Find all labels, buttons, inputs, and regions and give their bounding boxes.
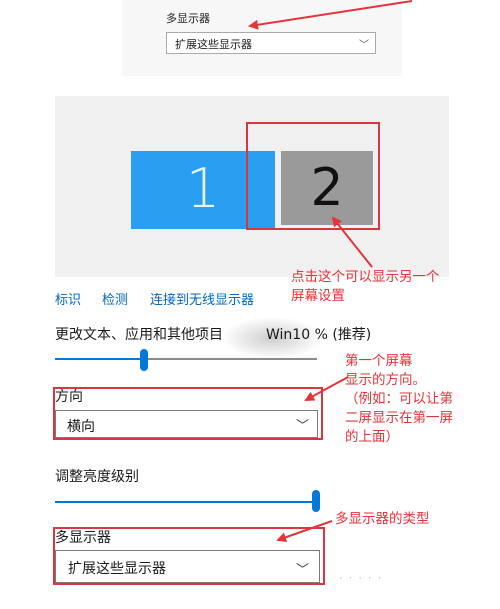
- arrow-multi: [276, 520, 333, 543]
- annotation-monitor-2: 点击这个可以显示另一个 屏幕设置: [291, 269, 440, 304]
- annotation-orientation: 第一个屏幕 显示的方向。 （例如：可以让第 二屏显示在第一屏 的上面）: [345, 353, 453, 445]
- annotation-multi-display: 多显示器的类型: [335, 511, 430, 527]
- arrow-top: [248, 0, 413, 30]
- arrow-orientation: [304, 376, 349, 401]
- watermark: · · · · ·: [339, 571, 383, 585]
- arrow-monitor2: [331, 216, 373, 268]
